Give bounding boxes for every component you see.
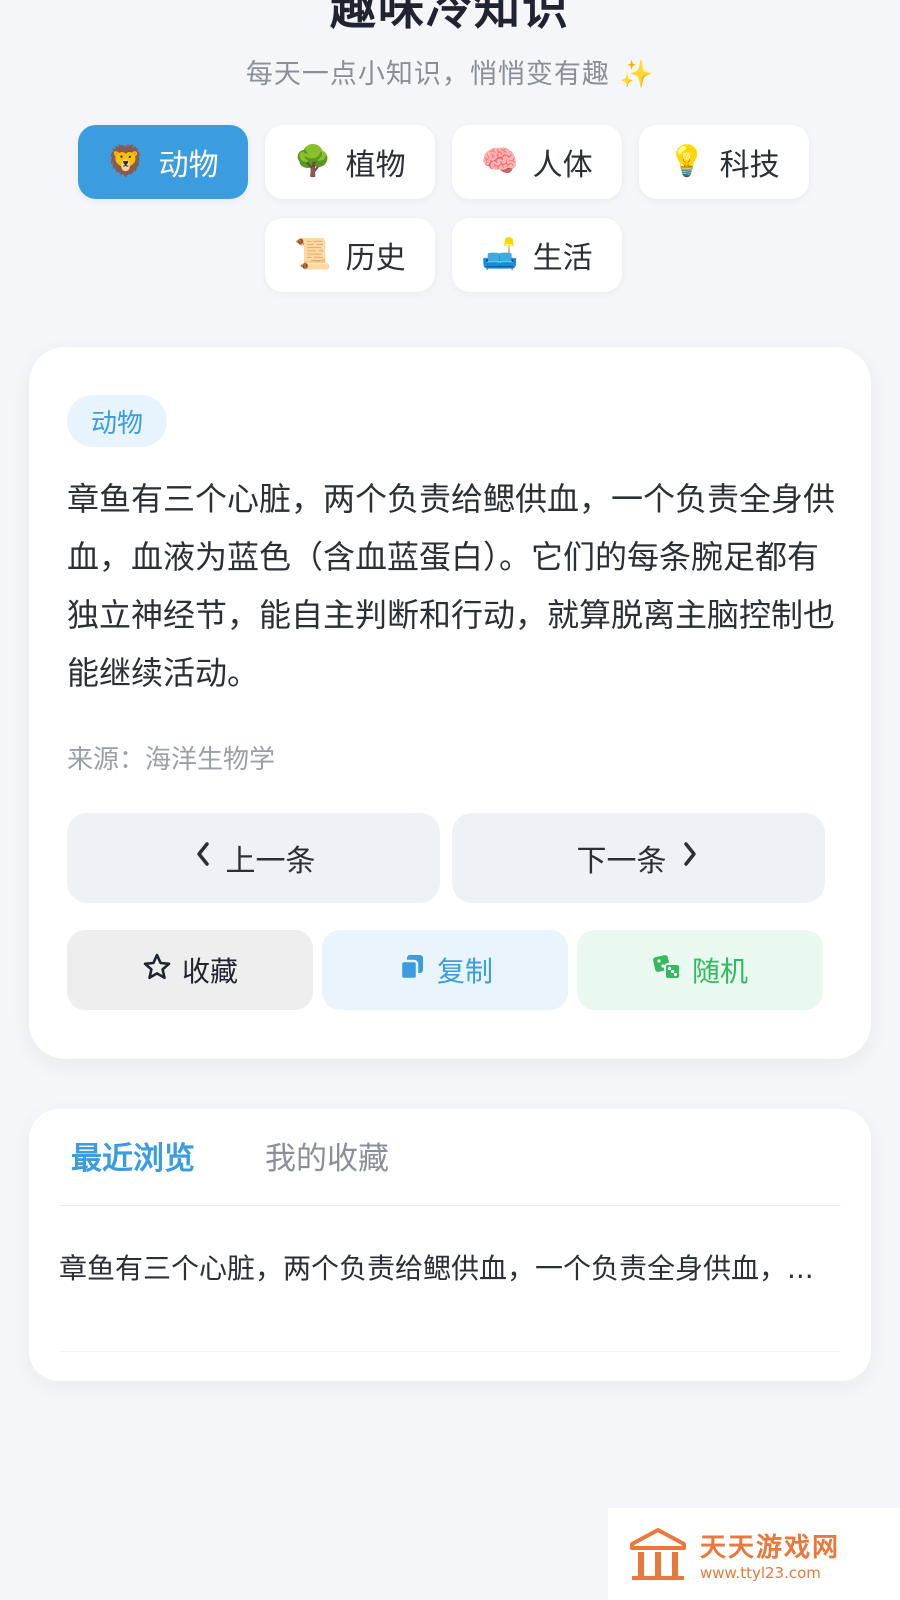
tab-divider xyxy=(59,1205,841,1206)
category-label: 科技 xyxy=(719,148,780,183)
favorite-button[interactable]: 收藏 xyxy=(67,930,313,1010)
watermark-logo-icon xyxy=(628,1526,688,1582)
tab-favorites[interactable]: 我的收藏 xyxy=(265,1137,389,1181)
fact-text: 章鱼有三个心脏，两个负责给鳃供血，一个负责全身供血，血液为蓝色（含血蓝蛋白）。它… xyxy=(67,480,836,692)
category-label: 动物 xyxy=(158,148,219,183)
category-tag: 动物 xyxy=(67,395,167,447)
copy-button[interactable]: 复制 xyxy=(322,930,568,1010)
watermark-url: www.ttyl23.com xyxy=(700,1563,821,1582)
page-subtitle: 每天一点小知识，悄悄变有趣 ✨ xyxy=(245,59,655,90)
star-icon xyxy=(142,952,182,989)
header: 趣味冷知识 每天一点小知识，悄悄变有趣 ✨ xyxy=(0,0,900,110)
site-watermark: 天天游戏网 www.ttyl23.com xyxy=(608,1508,900,1600)
lion-icon: 🦁 xyxy=(107,144,145,179)
category-body[interactable]: 🧠 人体 xyxy=(452,125,622,199)
list-divider xyxy=(59,1351,841,1352)
next-label: 下一条 xyxy=(576,844,667,879)
random-button[interactable]: 随机 xyxy=(577,930,823,1010)
chevron-right-icon xyxy=(679,839,701,877)
scroll-icon: 📜 xyxy=(294,237,332,272)
category-plant[interactable]: 🌳 植物 xyxy=(265,125,435,199)
page-title: 趣味冷知识 xyxy=(330,0,570,35)
tab-recent[interactable]: 最近浏览 xyxy=(71,1137,195,1181)
category-animal[interactable]: 🦁 动物 xyxy=(78,125,248,199)
brain-icon: 🧠 xyxy=(481,144,519,179)
copy-icon xyxy=(397,952,437,989)
dice-icon xyxy=(652,952,692,989)
watermark-name: 天天游戏网 xyxy=(700,1532,841,1563)
history-panel: 最近浏览 我的收藏 章鱼有三个心脏，两个负责给鳃供血，一个负责全身供血，... xyxy=(29,1109,871,1381)
prev-button[interactable]: 上一条 xyxy=(67,813,440,903)
category-history[interactable]: 📜 历史 xyxy=(265,218,435,292)
prev-label: 上一条 xyxy=(225,844,316,879)
category-label: 历史 xyxy=(345,241,406,276)
category-tech[interactable]: 💡 科技 xyxy=(639,125,809,199)
sofa-icon: 🛋️ xyxy=(481,237,519,272)
tree-icon: 🌳 xyxy=(294,144,332,179)
category-label: 生活 xyxy=(532,241,593,276)
fact-card: 动物 章鱼有三个心脏，两个负责给鳃供血，一个负责全身供血，血液为蓝色（含血蓝蛋白… xyxy=(29,347,871,1059)
lightbulb-icon: 💡 xyxy=(668,144,706,179)
next-button[interactable]: 下一条 xyxy=(452,813,825,903)
chevron-left-icon xyxy=(192,839,214,877)
random-label: 随机 xyxy=(691,955,748,988)
fact-source: 来源：海洋生物学 xyxy=(67,745,276,775)
favorite-label: 收藏 xyxy=(181,955,238,988)
copy-label: 复制 xyxy=(436,955,493,988)
category-life[interactable]: 🛋️ 生活 xyxy=(452,218,622,292)
category-label: 植物 xyxy=(345,148,406,183)
list-item[interactable]: 章鱼有三个心脏，两个负责给鳃供血，一个负责全身供血，... xyxy=(59,1247,819,1291)
category-label: 人体 xyxy=(532,148,593,183)
